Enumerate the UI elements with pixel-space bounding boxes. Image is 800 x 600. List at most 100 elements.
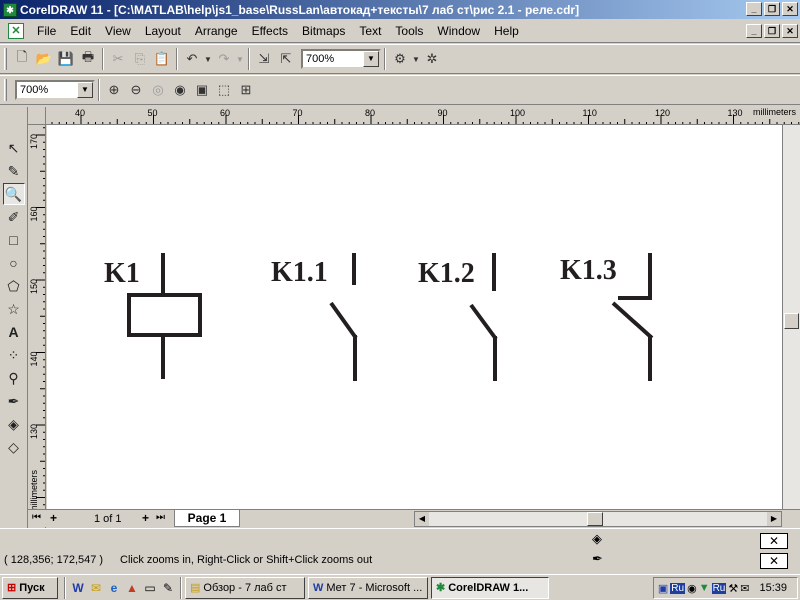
zoom-to-page-width-icon[interactable]: ⬚ — [213, 79, 235, 101]
outline-pen-icon[interactable]: ✒ — [592, 551, 603, 567]
menu-effects[interactable]: Effects — [245, 21, 295, 41]
fill-color-swatch[interactable]: ✕ — [760, 533, 788, 549]
coreldraw-icon[interactable]: ✱ — [3, 2, 17, 17]
start-button[interactable]: ⊞ Пуск — [2, 576, 58, 599]
new-icon[interactable]: 🗋 — [11, 48, 33, 70]
menu-text[interactable]: Text — [352, 21, 388, 41]
close-button[interactable]: ✕ — [782, 2, 798, 16]
scroll-left-icon[interactable]: ◀ — [415, 512, 429, 526]
language-indicator-2[interactable]: Ru — [711, 582, 727, 594]
zoom-level-combo[interactable]: 700% ▼ — [301, 49, 381, 69]
interactive-fill-tool-icon[interactable]: ◇ — [3, 436, 25, 458]
undo-dropdown-icon[interactable]: ▼ — [203, 48, 213, 70]
word-icon[interactable]: W — [69, 579, 87, 597]
print-icon[interactable]: 🖶 — [77, 48, 99, 70]
cut-icon[interactable]: ✂ — [107, 48, 129, 70]
save-icon[interactable]: 💾 — [55, 48, 77, 70]
document-icon[interactable]: ✕ — [8, 22, 24, 39]
tray-app-icon[interactable]: ▣ — [658, 582, 668, 595]
menu-bitmaps[interactable]: Bitmaps — [295, 21, 352, 41]
undo-icon[interactable]: ↶ — [181, 48, 203, 70]
ellipse-tool-icon[interactable]: ○ — [3, 252, 25, 274]
zoom-to-selected-icon[interactable]: ◎ — [147, 79, 169, 101]
zoom-tool-icon[interactable]: 🔍 — [2, 183, 25, 205]
application-launcher-icon[interactable]: ⚙ — [389, 48, 411, 70]
polygon-tool-icon[interactable]: ⬠ — [3, 275, 25, 297]
menu-arrange[interactable]: Arrange — [188, 21, 245, 41]
show-desktop-icon[interactable]: ▭ — [141, 579, 159, 597]
outlook-icon[interactable]: ✉ — [87, 579, 105, 597]
menu-help[interactable]: Help — [487, 21, 526, 41]
vertical-scrollbar[interactable] — [782, 125, 800, 509]
notepad-icon[interactable]: ✎ — [159, 579, 177, 597]
corel-online-icon[interactable]: ✲ — [421, 48, 443, 70]
matlab-icon[interactable]: ▲ — [123, 579, 141, 597]
zoom-out-icon[interactable]: ⊖ — [125, 79, 147, 101]
menu-tools[interactable]: Tools — [388, 21, 430, 41]
horizontal-scrollbar[interactable]: ◀ ▶ — [414, 511, 782, 527]
sound-icon[interactable]: ◉ — [687, 582, 697, 595]
last-page-icon[interactable]: ⏭ — [156, 512, 165, 523]
menu-view[interactable]: View — [98, 21, 138, 41]
drawing-canvas[interactable]: K1 K1.1 K1.2 K1.3 — [47, 125, 782, 509]
internet-explorer-icon[interactable]: e — [105, 579, 123, 597]
launcher-dropdown-icon[interactable]: ▼ — [411, 48, 421, 70]
status-bar: ( 128,356; 172,547 ) Click zooms in, Rig… — [0, 528, 800, 574]
shape-tool-icon[interactable]: ✎ — [3, 160, 25, 182]
horizontal-scrollbar-thumb[interactable] — [587, 512, 603, 526]
zoom-in-icon[interactable]: ⊕ — [103, 79, 125, 101]
pick-tool-icon[interactable]: ↖ — [3, 137, 25, 159]
ruler-icon[interactable]: ⚒ — [728, 582, 738, 595]
chevron-down-icon[interactable]: ▼ — [77, 82, 93, 98]
task-word[interactable]: W Мет 7 - Microsoft ... — [308, 576, 428, 599]
fill-icon[interactable]: ◈ — [592, 531, 602, 547]
copy-icon[interactable]: ⎘ — [129, 48, 151, 70]
vertical-ruler[interactable]: 170 160 150 140 130 millimeters — [28, 125, 46, 528]
scroll-right-icon[interactable]: ▶ — [767, 512, 781, 526]
page-tab[interactable]: Page 1 — [174, 510, 240, 527]
horizontal-ruler[interactable]: 40 50 60 70 80 90 100 110 120 130 millimeters — [46, 107, 800, 125]
contact-1-blade — [329, 301, 358, 340]
rectangle-tool-icon[interactable]: □ — [3, 229, 25, 251]
antivirus-icon[interactable]: ▼ — [699, 582, 710, 594]
paste-icon[interactable]: 📋 — [151, 48, 173, 70]
outline-color-swatch[interactable]: ✕ — [760, 553, 788, 569]
mail-icon[interactable]: ✉ — [740, 582, 749, 595]
zoom-to-page-height-icon[interactable]: ⊞ — [235, 79, 257, 101]
text-tool-icon[interactable]: A — [3, 321, 25, 343]
minimize-button[interactable]: _ — [746, 2, 762, 16]
redo-icon[interactable]: ↷ — [213, 48, 235, 70]
task-explorer-label: Обзор - 7 лаб ст — [203, 581, 287, 594]
chevron-down-icon[interactable]: ▼ — [363, 51, 379, 67]
zoom-to-page-icon[interactable]: ▣ — [191, 79, 213, 101]
first-page-icon[interactable]: ⏮ — [32, 512, 41, 523]
add-page-after-icon[interactable]: + — [142, 511, 149, 525]
basic-shapes-tool-icon[interactable]: ☆ — [3, 298, 25, 320]
export-icon[interactable]: ⇱ — [275, 48, 297, 70]
menu-layout[interactable]: Layout — [138, 21, 188, 41]
doc-restore-button[interactable]: ❐ — [764, 24, 780, 38]
fill-tool-icon[interactable]: ◈ — [3, 413, 25, 435]
interactive-blend-tool-icon[interactable]: ⁘ — [3, 344, 25, 366]
task-coreldraw[interactable]: ✱ CorelDRAW 1... — [431, 576, 549, 599]
open-icon[interactable]: 📂 — [33, 48, 55, 70]
import-icon[interactable]: ⇲ — [253, 48, 275, 70]
zoom-to-all-objects-icon[interactable]: ◉ — [169, 79, 191, 101]
menu-window[interactable]: Window — [430, 21, 487, 41]
doc-close-button[interactable]: ✕ — [782, 24, 798, 38]
doc-minimize-button[interactable]: _ — [746, 24, 762, 38]
outline-tool-icon[interactable]: ✒ — [3, 390, 25, 412]
freehand-tool-icon[interactable]: ✐ — [3, 206, 25, 228]
language-indicator[interactable]: Ru — [670, 582, 686, 594]
maximize-button[interactable]: ❐ — [764, 2, 780, 16]
menu-file[interactable]: File — [30, 21, 63, 41]
menu-edit[interactable]: Edit — [63, 21, 98, 41]
task-explorer[interactable]: ▤ Обзор - 7 лаб ст — [185, 576, 305, 599]
eyedropper-tool-icon[interactable]: ⚲ — [3, 367, 25, 389]
ruler-origin[interactable] — [28, 107, 46, 125]
add-page-before-icon[interactable]: + — [50, 511, 57, 525]
redo-dropdown-icon[interactable]: ▼ — [235, 48, 245, 70]
toolbar-grip — [4, 79, 7, 101]
scrollbar-thumb[interactable] — [784, 313, 799, 329]
zoom-levels-combo[interactable]: 700% ▼ — [15, 80, 95, 100]
